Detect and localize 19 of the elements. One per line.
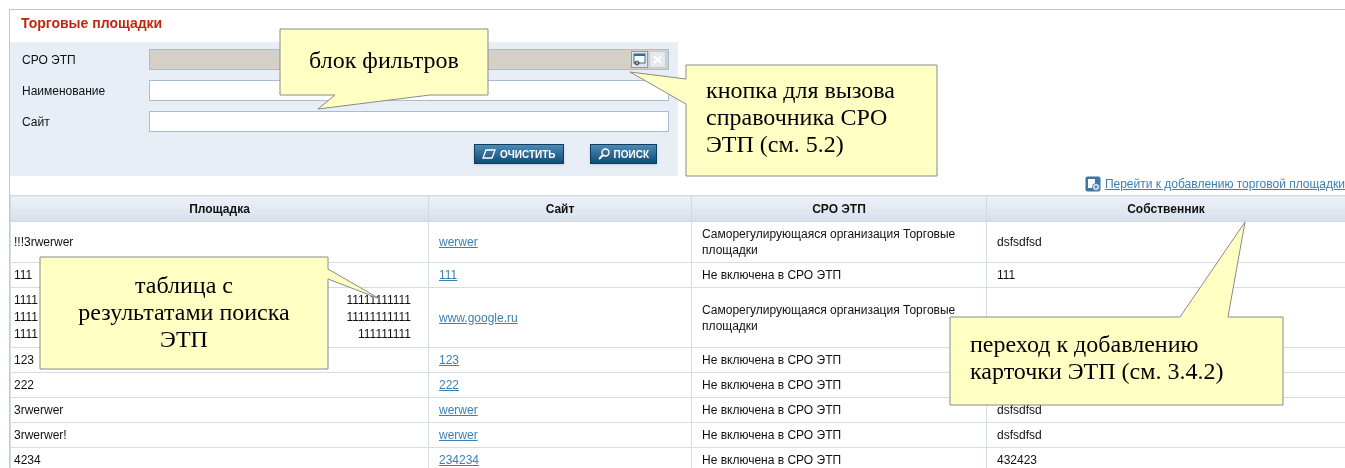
- field-label: Сайт: [21, 113, 51, 131]
- table-cell: 4234: [10, 447, 429, 468]
- field-label: СРО ЭТП: [21, 51, 77, 69]
- table-cell: 3rwerwer: [10, 397, 429, 423]
- cell-text: 111111111: [358, 326, 411, 343]
- cell-text: 1111: [14, 326, 39, 343]
- tooltip-text: кнопка для вызова справочника СРО ЭТП (см. 5.2): [706, 77, 896, 158]
- table-cell: Не включена в СРО ЭТП: [691, 262, 987, 288]
- page-title: Торговые площадки: [20, 14, 164, 33]
- table-cell: Не включена в СРО ЭТП: [691, 422, 987, 448]
- field-label: Наименование: [21, 82, 107, 100]
- table-cell: 3rwerwer!: [10, 422, 429, 448]
- tooltip-text: блок фильтров: [308, 47, 460, 74]
- table-cell: 222: [10, 372, 429, 398]
- cell-text: 1111: [14, 292, 39, 309]
- cell-text: 11111111111: [346, 309, 411, 326]
- cell-text: 1111: [14, 309, 39, 326]
- table-cell: Саморегулирующаяся организация Торговые площадки: [691, 221, 987, 263]
- cell-text: 11111111111: [346, 292, 411, 309]
